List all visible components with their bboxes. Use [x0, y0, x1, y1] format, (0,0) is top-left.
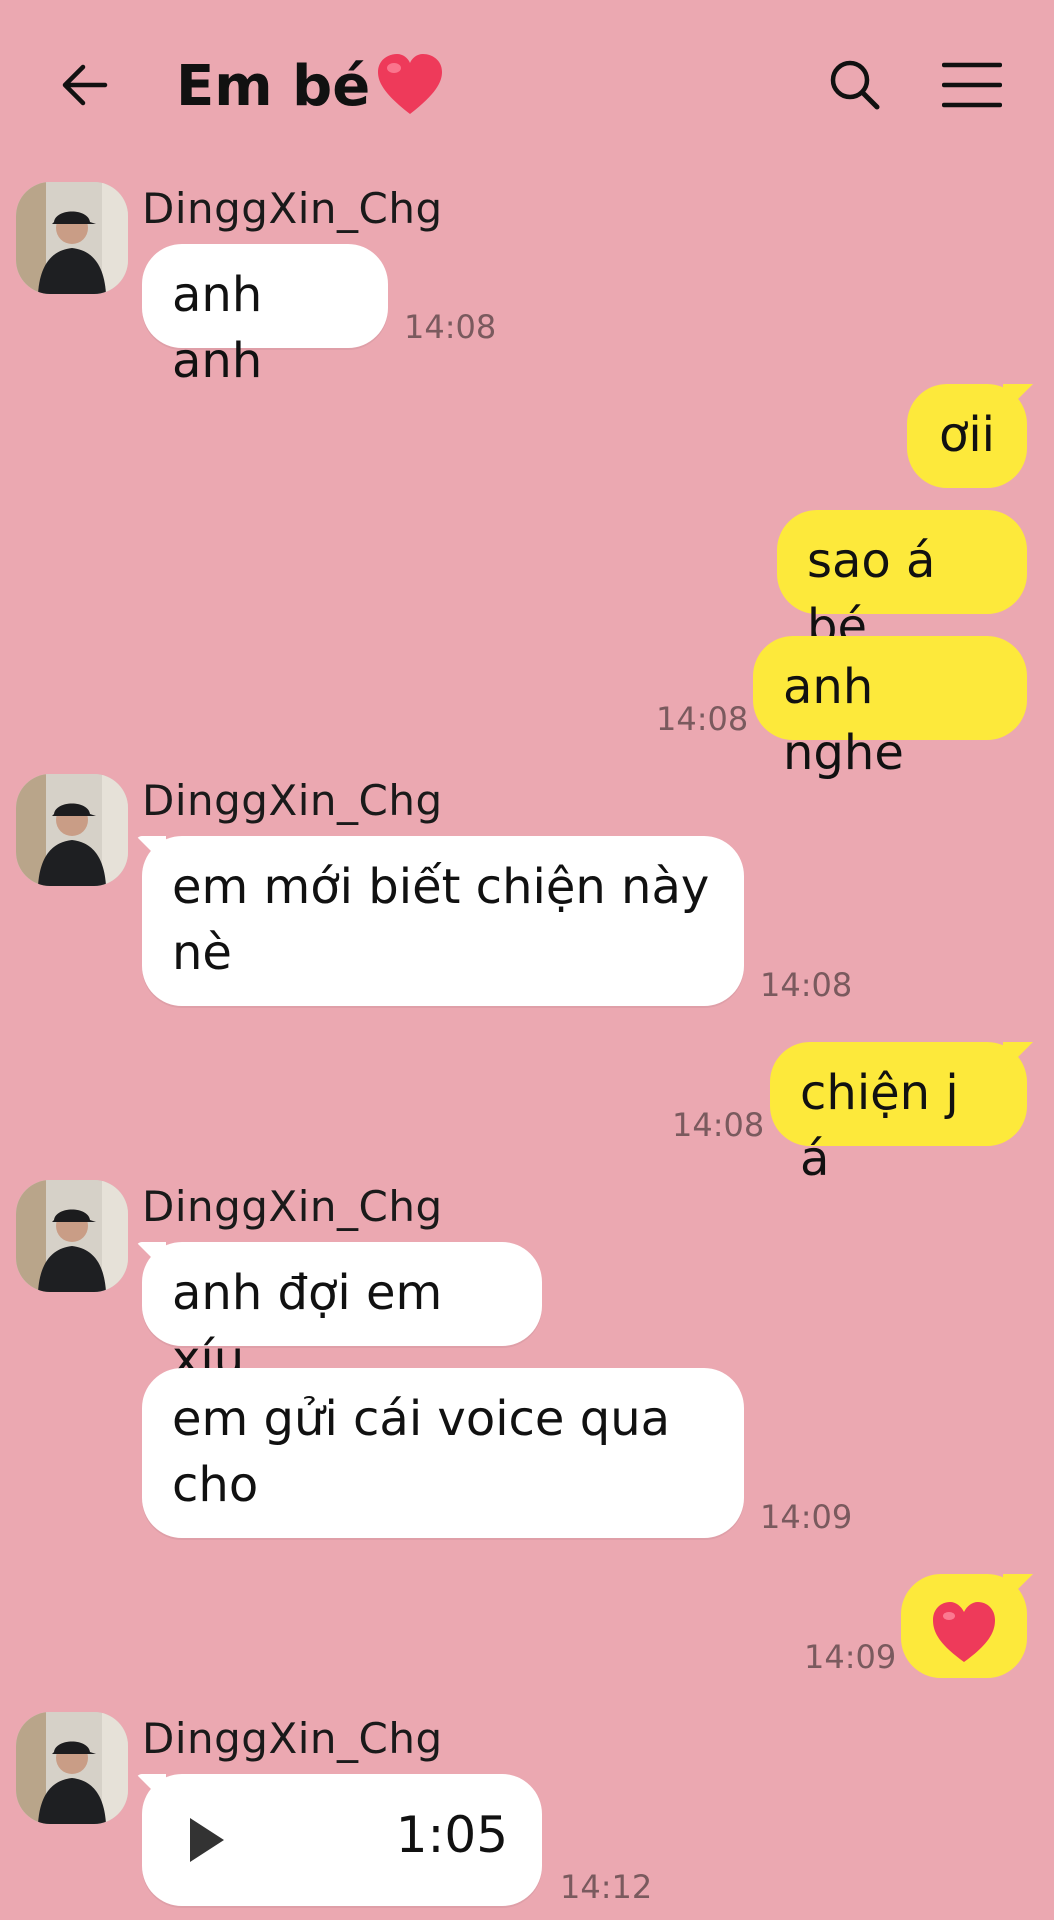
message-time: 14:09 — [760, 1498, 853, 1536]
search-icon — [830, 60, 880, 110]
message-text: chiện j á — [800, 1065, 959, 1187]
heart-icon — [374, 50, 446, 122]
back-button[interactable] — [50, 50, 120, 120]
search-button[interactable] — [820, 50, 890, 120]
message-bubble-incoming[interactable]: em mới biết chiện này nè — [142, 836, 744, 1006]
arrow-left-icon — [62, 64, 108, 106]
chat-header: Em bé — [0, 0, 1054, 170]
message-bubble-incoming[interactable]: em gửi cái voice qua cho — [142, 1368, 744, 1538]
message-text: em gửi cái voice qua cho — [172, 1391, 671, 1513]
message-bubble-incoming[interactable]: anh anh — [142, 244, 388, 389]
sender-name: DinggXin_Chg — [142, 1182, 443, 1231]
message-text: ơii — [938, 407, 996, 463]
menu-button[interactable] — [936, 50, 1008, 120]
message-time: 14:08 — [404, 308, 497, 346]
avatar[interactable] — [16, 1180, 128, 1292]
voice-duration: 1:05 — [395, 1806, 508, 1864]
message-bubble-outgoing[interactable]: sao á bé — [777, 510, 1027, 655]
play-icon[interactable] — [190, 1818, 224, 1862]
sender-name: DinggXin_Chg — [142, 184, 443, 233]
avatar[interactable] — [16, 774, 128, 886]
message-time: 14:08 — [656, 700, 749, 738]
menu-icon — [942, 62, 1002, 108]
message-bubble-outgoing[interactable]: chiện j á — [770, 1042, 1027, 1187]
message-text: anh nghe — [783, 659, 904, 781]
voice-message-bubble[interactable]: 1:05 — [142, 1774, 542, 1906]
message-bubble-outgoing[interactable] — [901, 1574, 1027, 1678]
message-bubble-incoming[interactable]: anh đợi em xíu — [142, 1242, 542, 1387]
avatar[interactable] — [16, 182, 128, 294]
avatar[interactable] — [16, 1712, 128, 1824]
sender-name: DinggXin_Chg — [142, 776, 443, 825]
message-bubble-outgoing[interactable]: anh nghe — [753, 636, 1027, 781]
chat-title: Em bé — [176, 46, 446, 126]
message-time: 14:12 — [560, 1868, 653, 1906]
message-time: 14:09 — [804, 1638, 897, 1676]
message-text: em mới biết chiện này nè — [172, 859, 710, 981]
message-time: 14:08 — [760, 966, 853, 1004]
sender-name: DinggXin_Chg — [142, 1714, 443, 1763]
message-time: 14:08 — [672, 1106, 765, 1144]
chat-title-text: Em bé — [176, 53, 371, 119]
message-bubble-outgoing[interactable]: ơii — [907, 384, 1027, 488]
heart-icon — [933, 1602, 995, 1662]
message-text: anh anh — [172, 267, 263, 389]
